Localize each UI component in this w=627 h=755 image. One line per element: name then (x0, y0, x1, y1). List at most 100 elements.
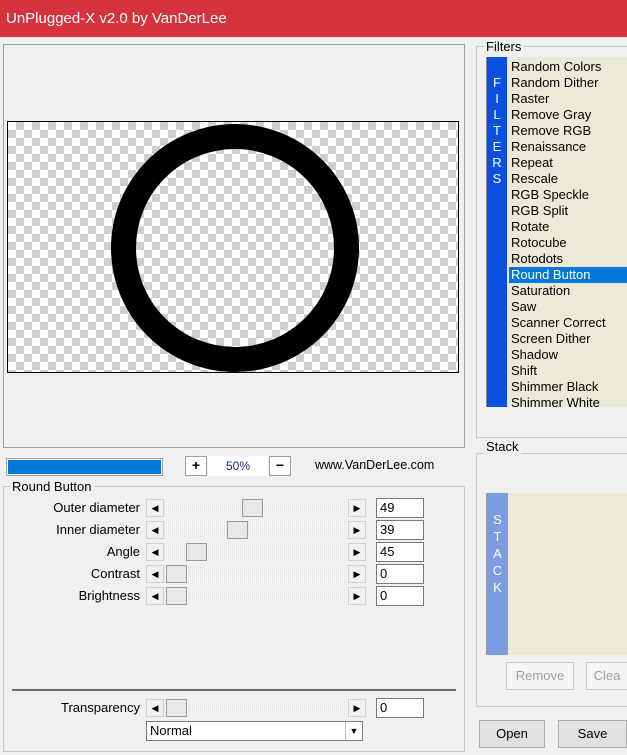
brightness-label: Brightness (78, 588, 140, 603)
slider-thumb[interactable] (166, 587, 187, 605)
contrast-value[interactable]: 0 (376, 564, 424, 584)
slider-left-arrow-icon[interactable]: ◀ (146, 521, 164, 539)
filter-item[interactable]: Saw (509, 299, 627, 315)
slider-left-arrow-icon[interactable]: ◀ (146, 543, 164, 561)
transparency-label: Transparency (61, 700, 140, 715)
slider-left-arrow-icon[interactable]: ◀ (146, 565, 164, 583)
filter-item[interactable]: Round Button (509, 267, 627, 283)
zoom-out-button[interactable]: − (269, 456, 291, 476)
slider-right-arrow-icon[interactable]: ▶ (348, 565, 366, 583)
stack-tab-letter: T (493, 529, 502, 544)
filters-tab-letter: R (492, 155, 502, 170)
open-button[interactable]: Open (479, 720, 545, 748)
filter-item[interactable]: Rotodots (509, 251, 627, 267)
chevron-down-icon[interactable]: ▼ (345, 722, 362, 740)
slider-thumb[interactable] (227, 521, 248, 539)
filters-tab-letter: T (493, 123, 501, 138)
filter-item[interactable]: Shift (509, 363, 627, 379)
outer-diameter-value[interactable]: 49 (376, 498, 424, 518)
slider-right-arrow-icon[interactable]: ▶ (348, 543, 366, 561)
contrast-label: Contrast (90, 566, 140, 581)
filter-item[interactable]: Random Dither (509, 75, 627, 91)
filters-list[interactable]: FILTERS Random Colors Random Dither Raster… (486, 57, 627, 407)
progress-bar (6, 458, 163, 476)
round-button-preview (111, 124, 359, 372)
filter-item[interactable]: Shimmer Black (509, 379, 627, 395)
filter-item[interactable]: Scanner Correct (509, 315, 627, 331)
filters-tab-letter: E (492, 139, 502, 154)
progress-fill (8, 460, 161, 474)
stack-tab-letter: A (493, 546, 502, 561)
stack-list[interactable]: STACK (486, 493, 627, 655)
filter-item[interactable]: Repeat (509, 155, 627, 171)
slider-thumb[interactable] (166, 699, 187, 717)
inner-diameter-label: Inner diameter (56, 522, 140, 537)
transparency-row: Transparency ◀ ▶ 0 (0, 697, 430, 719)
brightness-row: Brightness ◀ ▶ 0 (0, 585, 430, 607)
filter-item[interactable]: Saturation (509, 283, 627, 299)
slider-thumb[interactable] (186, 543, 207, 561)
filter-item[interactable]: Renaissance (509, 139, 627, 155)
angle-label: Angle (106, 544, 140, 559)
filters-tab-letter: L (493, 107, 501, 122)
website-link[interactable]: www.VanDerLee.com (315, 458, 434, 472)
filter-item[interactable]: Rescale (509, 171, 627, 187)
outer-diameter-label: Outer diameter (53, 500, 140, 515)
stack-group-title: Stack (484, 439, 521, 454)
title-bar: UnPlugged-X v2.0 by VanDerLee (0, 0, 627, 37)
filter-item[interactable]: Shimmer White (509, 395, 627, 407)
slider-left-arrow-icon[interactable]: ◀ (146, 587, 164, 605)
angle-value[interactable]: 45 (376, 542, 424, 562)
filter-item[interactable]: Rotocube (509, 235, 627, 251)
slider-right-arrow-icon[interactable]: ▶ (348, 499, 366, 517)
transparency-value[interactable]: 0 (376, 698, 424, 718)
inner-diameter-value[interactable]: 39 (376, 520, 424, 540)
angle-slider[interactable]: ◀ ▶ (146, 543, 366, 561)
slider-right-arrow-icon[interactable]: ▶ (348, 587, 366, 605)
filter-item[interactable]: Remove Gray (509, 107, 627, 123)
filter-item[interactable]: Remove RGB (509, 123, 627, 139)
stack-tab-letter: K (493, 580, 502, 595)
slider-right-arrow-icon[interactable]: ▶ (348, 521, 366, 539)
outer-diameter-slider[interactable]: ◀ ▶ (146, 499, 366, 517)
slider-left-arrow-icon[interactable]: ◀ (146, 499, 164, 517)
filter-item[interactable]: Screen Dither (509, 331, 627, 347)
clear-button[interactable]: Clea (586, 662, 627, 690)
filters-group-title: Filters (484, 39, 524, 54)
inner-diameter-slider[interactable]: ◀ ▶ (146, 521, 366, 539)
contrast-row: Contrast ◀ ▶ 0 (0, 563, 430, 585)
preview-canvas[interactable] (7, 121, 459, 373)
filter-item[interactable]: Shadow (509, 347, 627, 363)
zoom-in-button[interactable]: + (185, 456, 207, 476)
slider-thumb[interactable] (166, 565, 187, 583)
filters-tab-letter: I (495, 91, 499, 106)
filter-item[interactable]: RGB Speckle (509, 187, 627, 203)
slider-thumb[interactable] (242, 499, 263, 517)
remove-button[interactable]: Remove (506, 662, 574, 690)
divider (12, 689, 456, 691)
brightness-value[interactable]: 0 (376, 586, 424, 606)
angle-row: Angle ◀ ▶ 45 (0, 541, 430, 563)
params-group-title: Round Button (10, 479, 94, 494)
slider-right-arrow-icon[interactable]: ▶ (348, 699, 366, 717)
inner-diameter-row: Inner diameter ◀ ▶ 39 (0, 519, 430, 541)
filters-tab-letter: S (492, 171, 502, 186)
blend-mode-select[interactable]: Normal ▼ (146, 721, 363, 741)
contrast-slider[interactable]: ◀ ▶ (146, 565, 366, 583)
filters-tab: FILTERS (487, 57, 507, 407)
filter-item[interactable]: RGB Split (509, 203, 627, 219)
stack-tab-letter: C (492, 563, 503, 578)
brightness-slider[interactable]: ◀ ▶ (146, 587, 366, 605)
filter-item[interactable]: Random Colors (509, 59, 627, 75)
stack-tab: STACK (487, 493, 508, 655)
slider-left-arrow-icon[interactable]: ◀ (146, 699, 164, 717)
filter-item[interactable]: Rotate (509, 219, 627, 235)
filter-items: Random Colors Random Dither Raster Remove G… (509, 59, 627, 407)
filter-item[interactable]: Raster (509, 91, 627, 107)
stack-tab-letter: S (493, 512, 502, 527)
blend-mode-value: Normal (150, 723, 192, 738)
transparency-slider[interactable]: ◀ ▶ (146, 699, 366, 717)
outer-diameter-row: Outer diameter ◀ ▶ 49 (0, 497, 430, 519)
window-title: UnPlugged-X v2.0 by VanDerLee (6, 10, 227, 27)
save-button[interactable]: Save (558, 720, 627, 748)
